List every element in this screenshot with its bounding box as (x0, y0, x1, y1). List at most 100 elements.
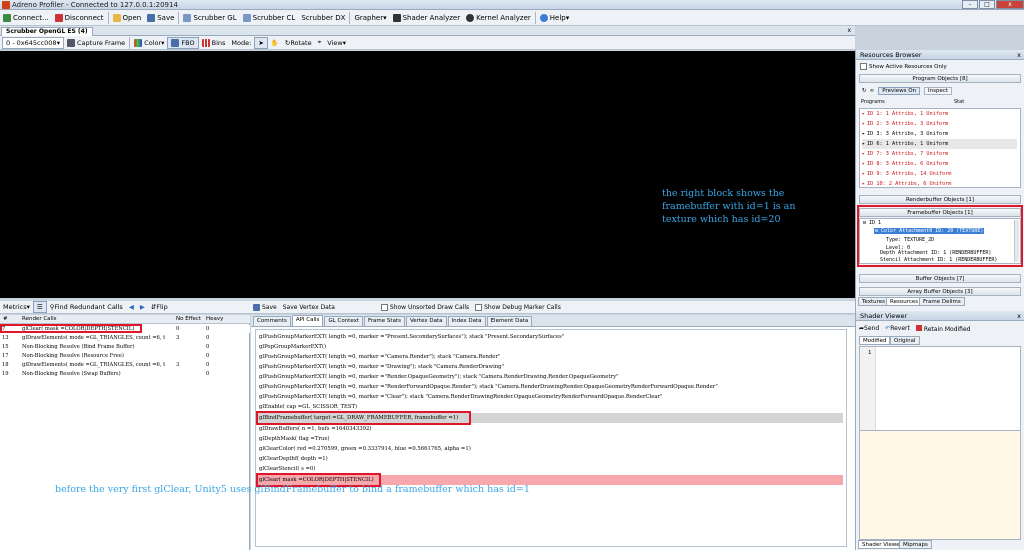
bins-button[interactable]: Bins (199, 37, 229, 49)
tab-api-calls[interactable]: API Calls (291, 315, 324, 326)
next-button[interactable]: ▶ (137, 301, 148, 313)
connect-button[interactable]: Connect... (0, 11, 52, 25)
refresh-icon[interactable]: ↻ (862, 88, 867, 94)
context-select[interactable]: 0 - 0x645cc008 ▾ (2, 36, 64, 49)
close-icon[interactable]: x (1017, 50, 1021, 60)
tab-original[interactable]: Original (890, 336, 920, 345)
open-button[interactable]: Open (110, 11, 145, 25)
find-redundant-button[interactable]: ⚲ Find Redundant Calls (47, 301, 126, 313)
table-row[interactable]: 18 glDrawElements( mode =GL_TRIANGLES, c… (0, 361, 250, 369)
shader-analyzer-button[interactable]: Shader Analyzer (390, 11, 463, 25)
col-status[interactable]: Stat (954, 99, 964, 105)
tree-node[interactable]: ⊟ ID 1 (863, 220, 881, 226)
tab-comments[interactable]: Comments (253, 316, 291, 326)
show-unsorted-checkbox[interactable]: Show Unsorted Draw Calls (378, 301, 472, 313)
disconnect-button[interactable]: Disconnect (52, 11, 107, 25)
capture-frame-button[interactable]: Capture Frame (64, 37, 128, 49)
show-active-checkbox[interactable]: Show Active Resources Only (860, 63, 947, 70)
tree-node[interactable]: Depth Attachment ID: 1 (RENDERBUFFER) (880, 250, 991, 256)
list-item[interactable]: ▸ ID 10: 2 Attribs, 6 Uniform (862, 179, 951, 189)
close-icon[interactable]: x (1017, 311, 1021, 321)
renderbuffer-objects-header[interactable]: Renderbuffer Objects [1] (859, 195, 1021, 204)
help-button[interactable]: Help ▾ (537, 11, 572, 25)
api-call-line[interactable]: glPushGroupMarkerEXT( length =0, marker … (258, 392, 843, 402)
send-button[interactable]: ➦Send (859, 325, 879, 332)
table-row[interactable]: 19 Non-Blocking Resolve (Swap Buffers) 0 (0, 370, 250, 378)
zoom-button[interactable]: ⌖ (315, 37, 325, 49)
tab-resources[interactable]: Resources (886, 297, 923, 306)
rotate-button[interactable]: ↻ Rotate (282, 37, 315, 49)
api-call-line[interactable]: glDrawBuffers( n =1, bufs =1640343392) (258, 424, 843, 434)
minimize-button[interactable]: - (962, 0, 978, 9)
api-call-line[interactable]: glClearDepthf( depth =1) (258, 454, 843, 464)
tab-frame-delims[interactable]: Frame Delims (919, 297, 965, 306)
show-debug-checkbox[interactable]: Show Debug Marker Calls (472, 301, 564, 313)
api-call-line[interactable]: glClearColor( red =0.270599, green =0.33… (258, 444, 843, 454)
tab-modified[interactable]: Modified (859, 336, 891, 345)
revert-button[interactable]: ↶Revert (885, 325, 910, 332)
retain-modified-button[interactable]: Retain Modified (915, 324, 970, 333)
metrics-button[interactable]: Metrics ▾ (0, 301, 33, 313)
tree-node-selected[interactable]: ⊟ Color Attachment0 ID: 20 (TEXTURE) (874, 228, 985, 234)
scrollbar[interactable] (1014, 220, 1019, 262)
maximize-button[interactable]: □ (979, 0, 995, 9)
col-no-effect[interactable]: No Effect (176, 316, 201, 322)
color-button[interactable]: Color ▾ (131, 37, 167, 49)
prev-button[interactable]: ◀ (126, 301, 137, 313)
tab-gl-context[interactable]: GL Context (324, 316, 364, 326)
save-button[interactable]: Save (144, 11, 177, 25)
table-row[interactable]: 13 glDrawElements( mode =GL_TRIANGLES, c… (0, 334, 250, 342)
link-icon[interactable]: ∞ (870, 88, 875, 94)
tab-frame-stats[interactable]: Frame Stats (364, 316, 405, 326)
fbo-button[interactable]: FBO (167, 36, 199, 49)
api-call-line[interactable]: glPushGroupMarkerEXT( length =0, marker … (258, 332, 843, 342)
api-call-line[interactable]: glPushGroupMarkerEXT( length =0, marker … (258, 362, 843, 372)
save-vertex-button[interactable]: Save Vertex Data (280, 301, 338, 313)
grapher-button[interactable]: Grapher ▾ (351, 11, 389, 25)
list-view-button[interactable]: ☰ (32, 301, 47, 313)
previews-on-button[interactable]: Previews On (878, 87, 921, 95)
pan-mode-button[interactable]: ✋ (268, 37, 282, 49)
api-call-line[interactable]: glDepthMask( flag =True) (258, 434, 843, 444)
scrubber-dx-button[interactable]: Scrubber DX (298, 11, 348, 25)
inspect-button[interactable]: Inspect (924, 87, 953, 95)
array-buffer-objects-header[interactable]: Array Buffer Objects [3] (859, 287, 1021, 296)
api-call-line[interactable]: glPushGroupMarkerEXT( length =0, marker … (258, 372, 843, 382)
tab-textures[interactable]: Textures (858, 297, 889, 306)
col-render-calls[interactable]: Render Calls (22, 316, 56, 322)
view-button[interactable]: View ▾ (324, 37, 349, 49)
pointer-mode-button[interactable]: ➤ (254, 36, 268, 49)
framebuffer-objects-header[interactable]: Framebuffer Objects [1] (859, 208, 1021, 217)
scrubber-cl-button[interactable]: Scrubber CL (240, 11, 299, 25)
close-tab-icon[interactable]: x (847, 27, 851, 34)
api-call-line[interactable]: glPushGroupMarkerEXT( length =0, marker … (258, 352, 843, 362)
save-calls-button[interactable]: Save (250, 301, 280, 313)
list-item[interactable]: ▸ ID 2: 3 Attribs, 3 Uniform (862, 119, 948, 129)
tab-vertex-data[interactable]: Vertex Data (405, 316, 447, 326)
table-row[interactable]: 17 Non-Blocking Resolve (Resource Free) … (0, 352, 250, 360)
list-item[interactable]: ▸ ID 7: 3 Attribs, 7 Uniform (862, 149, 948, 159)
list-item[interactable]: ▸ ID 6: 1 Attribs, 1 Uniform (862, 139, 1017, 149)
buffer-objects-header[interactable]: Buffer Objects [7] (859, 274, 1021, 283)
tree-node[interactable]: Stencil Attachment ID: 1 (RENDERBUFFER) (880, 257, 997, 263)
tab-mipmaps[interactable]: Mipmaps (899, 540, 932, 549)
list-item[interactable]: ▸ ID 1: 1 Attribs, 1 Uniform (862, 109, 948, 119)
col-heavy[interactable]: Heavy (206, 316, 223, 322)
frame-preview[interactable] (0, 51, 855, 298)
shader-editor[interactable]: 1 (859, 346, 1021, 432)
tab-element-data[interactable]: Element Data (486, 316, 533, 326)
flip-button[interactable]: ⇵ Flip (148, 301, 171, 313)
kernel-analyzer-button[interactable]: Kernel Analyzer (463, 11, 534, 25)
table-row[interactable]: 15 Non-Blocking Resolve (Bind Frame Buff… (0, 343, 250, 351)
col-number[interactable]: # (3, 316, 8, 322)
list-item[interactable]: ▸ ID 8: 3 Attribs, 6 Uniform (862, 159, 948, 169)
api-call-line[interactable]: glPushGroupMarkerEXT( length =0, marker … (258, 382, 843, 392)
tab-scrubber-opengl[interactable]: Scrubber OpenGL ES (4) (1, 27, 93, 36)
list-item[interactable]: ▸ ID 3: 3 Attribs, 3 Uniform (862, 129, 948, 139)
tab-index-data[interactable]: Index Data (447, 316, 486, 326)
col-programs[interactable]: Programs (861, 99, 885, 105)
list-item[interactable]: ▸ ID 9: 3 Attribs, 14 Uniform (862, 169, 951, 179)
program-objects-header[interactable]: Program Objects [8] (859, 74, 1021, 83)
api-call-line[interactable]: glPopGroupMarkerEXT() (258, 342, 843, 352)
close-button[interactable]: x (996, 0, 1024, 9)
